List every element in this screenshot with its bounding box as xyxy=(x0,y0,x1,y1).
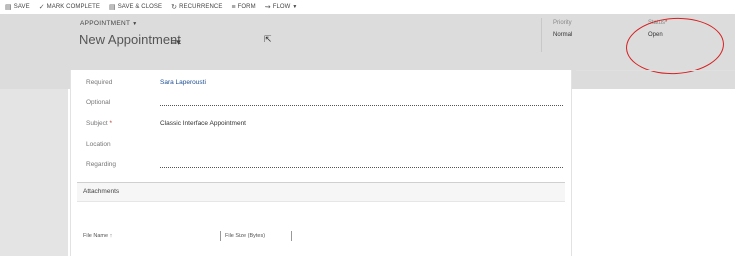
command-bar: ▤ SAVE ✓ MARK COMPLETE ▤ SAVE & CLOSE ↻ … xyxy=(0,0,735,14)
file-name-header-label: File Name xyxy=(83,233,109,239)
save-icon: ▤ xyxy=(5,3,12,11)
optional-field[interactable] xyxy=(160,105,563,106)
chevron-down-icon: ▼ xyxy=(132,21,138,27)
form-label: FORM xyxy=(237,4,256,10)
flow-icon: ⇝ xyxy=(264,3,271,11)
checkmark-icon: ✓ xyxy=(38,3,45,11)
subject-field[interactable]: Classic Interface Appointment xyxy=(160,120,246,127)
save-button-label: SAVE xyxy=(13,4,30,10)
mouse-cursor-icon: ⇱ xyxy=(264,34,272,44)
location-label: Location xyxy=(86,141,111,148)
save-close-button[interactable]: ▤ SAVE & CLOSE xyxy=(109,4,162,11)
form-selector-icon[interactable]: ≡▾ xyxy=(171,37,181,48)
recurrence-label: RECURRENCE xyxy=(179,4,223,10)
attachments-header: Attachments xyxy=(77,183,565,202)
form-button[interactable]: ≡ FORM xyxy=(231,4,255,11)
recurrence-button[interactable]: ↻ RECURRENCE xyxy=(171,4,222,11)
form-section: Required Sara Laperousti Optional Subjec… xyxy=(70,70,572,256)
required-marker: * xyxy=(109,120,113,127)
left-nav-strip xyxy=(0,89,68,256)
attachments-title: Attachments xyxy=(83,188,120,195)
required-attendee-link[interactable]: Sara Laperousti xyxy=(160,79,206,86)
sort-ascending-icon: ↑ xyxy=(109,233,113,239)
priority-value[interactable]: Normal xyxy=(553,32,572,38)
optional-label: Optional xyxy=(86,99,111,106)
mark-complete-button[interactable]: ✓ MARK COMPLETE xyxy=(39,4,100,11)
column-header-file-name[interactable]: File Name ↑ xyxy=(83,233,112,239)
header-divider xyxy=(541,18,542,52)
column-separator[interactable] xyxy=(220,231,221,241)
flow-button[interactable]: ⇝ FLOW ▼ xyxy=(265,4,298,11)
subject-label-text: Subject xyxy=(86,120,108,127)
regarding-row: Regarding xyxy=(71,155,571,175)
attachments-grid-header: File Name ↑ File Size (Bytes) xyxy=(83,231,559,243)
column-header-file-size[interactable]: File Size (Bytes) xyxy=(225,233,265,239)
divider xyxy=(576,70,735,71)
entity-selector[interactable]: APPOINTMENT ▼ xyxy=(80,20,138,27)
required-label: Required xyxy=(86,79,113,86)
required-attendees-row: Required Sara Laperousti xyxy=(71,73,571,93)
save-close-label: SAVE & CLOSE xyxy=(117,4,163,10)
recurrence-icon: ↻ xyxy=(171,3,178,11)
regarding-label: Regarding xyxy=(86,161,116,168)
entity-name: APPOINTMENT xyxy=(80,20,131,27)
page-title: New Appointment xyxy=(79,32,181,47)
priority-label: Priority xyxy=(553,20,572,26)
location-field[interactable] xyxy=(160,141,560,149)
annotation-circle xyxy=(624,15,726,77)
subject-label: Subject * xyxy=(86,120,112,127)
regarding-field[interactable] xyxy=(160,167,563,168)
attachments-section: Attachments File Name ↑ File Size (Bytes… xyxy=(77,182,565,257)
location-row: Location xyxy=(71,135,571,155)
mark-complete-label: MARK COMPLETE xyxy=(46,4,100,10)
flow-label: FLOW xyxy=(272,4,291,10)
chevron-down-icon: ▼ xyxy=(292,4,298,10)
save-button[interactable]: ▤ SAVE xyxy=(5,4,30,11)
subject-row: Subject * Classic Interface Appointment xyxy=(71,114,571,134)
column-separator[interactable] xyxy=(291,231,292,241)
save-close-icon: ▤ xyxy=(108,3,116,11)
form-icon: ≡ xyxy=(231,3,236,11)
optional-attendees-row: Optional xyxy=(71,93,571,113)
